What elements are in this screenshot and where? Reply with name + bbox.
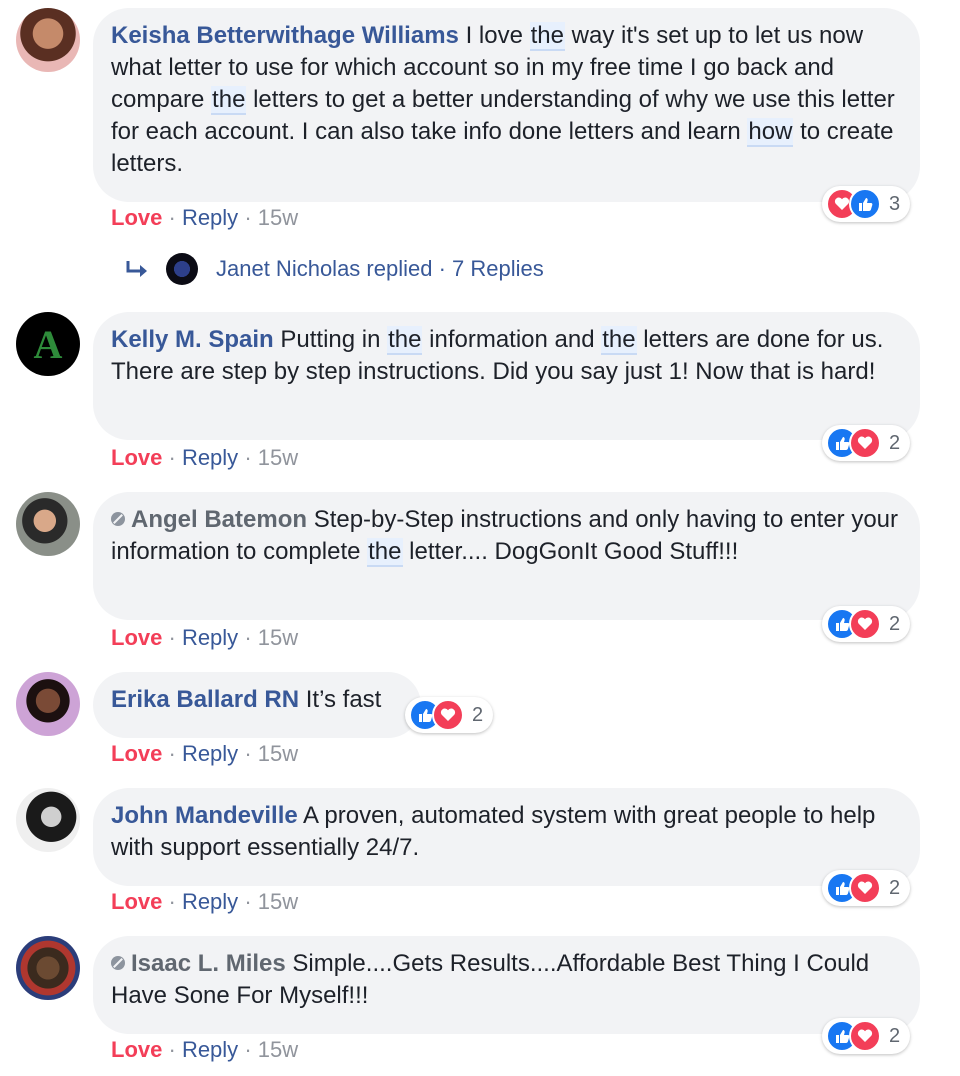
reaction-summary[interactable]: 2: [822, 1018, 911, 1054]
love-icon: [849, 1020, 881, 1052]
highlight-term[interactable]: the: [211, 86, 247, 115]
reaction-count: 2: [889, 612, 901, 635]
comment-actions: Love · Reply · 15w: [111, 205, 298, 231]
comment-bubble: Kelly M. Spain Putting in the informatio…: [93, 312, 920, 440]
comment-text: I love: [465, 22, 530, 49]
separator: ·: [168, 741, 176, 766]
highlight-term[interactable]: the: [601, 326, 637, 355]
reply-button[interactable]: Reply: [182, 741, 238, 766]
timestamp[interactable]: 15w: [258, 889, 298, 914]
separator: ·: [244, 445, 252, 470]
reply-button[interactable]: Reply: [182, 889, 238, 914]
reaction-count: 2: [889, 431, 901, 454]
timestamp[interactable]: 15w: [258, 205, 298, 230]
separator: ·: [168, 445, 176, 470]
comment-author[interactable]: Isaac L. Miles: [131, 950, 286, 977]
reply-arrow-icon: [126, 261, 147, 277]
comment-bubble: Angel Batemon Step-by-Step instructions …: [93, 492, 920, 620]
reaction-summary[interactable]: 3: [822, 186, 911, 222]
comment-bubble: John Mandeville A proven, automated syst…: [93, 788, 920, 886]
comment-author[interactable]: Kelly M. Spain: [111, 326, 274, 353]
highlight-term[interactable]: how: [747, 118, 794, 147]
separator: ·: [168, 889, 176, 914]
love-button[interactable]: Love: [111, 205, 162, 230]
reaction-count: 3: [889, 192, 901, 215]
love-button[interactable]: Love: [111, 889, 162, 914]
like-icon: [849, 188, 881, 220]
reaction-summary[interactable]: 2: [822, 606, 911, 642]
avatar-john[interactable]: [16, 788, 80, 852]
highlight-term[interactable]: the: [529, 22, 565, 51]
comment-actions: Love · Reply · 15w: [111, 889, 298, 915]
comment-author[interactable]: Angel Batemon: [131, 506, 307, 533]
avatar-keisha[interactable]: [16, 8, 80, 72]
love-icon: [849, 427, 881, 459]
comment-author[interactable]: Erika Ballard RN: [111, 686, 299, 713]
unavailable-icon: [111, 512, 125, 526]
separator: ·: [244, 205, 252, 230]
view-replies-link[interactable]: Janet Nicholas replied · 7 Replies: [124, 252, 544, 286]
reaction-summary[interactable]: 2: [405, 697, 494, 733]
reaction-count: 2: [889, 1024, 901, 1047]
reply-button[interactable]: Reply: [182, 625, 238, 650]
love-button[interactable]: Love: [111, 625, 162, 650]
avatar-erika[interactable]: [16, 672, 80, 736]
unavailable-icon: [111, 956, 125, 970]
reply-button[interactable]: Reply: [182, 205, 238, 230]
avatar-angel[interactable]: [16, 492, 80, 556]
comment-actions: Love · Reply · 15w: [111, 741, 298, 767]
love-icon: [432, 699, 464, 731]
comment-text: Putting in: [280, 326, 388, 353]
love-icon: [849, 872, 881, 904]
comment-author[interactable]: Keisha Betterwithage Williams: [111, 22, 459, 49]
love-button[interactable]: Love: [111, 741, 162, 766]
timestamp[interactable]: 15w: [258, 625, 298, 650]
avatar-kelly[interactable]: A: [16, 312, 80, 376]
separator: ·: [244, 741, 252, 766]
timestamp[interactable]: 15w: [258, 445, 298, 470]
comment-bubble: Isaac L. Miles Simple....Gets Results...…: [93, 936, 920, 1034]
love-icon: [849, 608, 881, 640]
comment-text: letter.... DogGonIt Good Stuff!!!: [402, 538, 739, 565]
comment-text: It’s fast: [305, 686, 382, 713]
separator: ·: [168, 1037, 176, 1062]
highlight-term[interactable]: the: [367, 538, 403, 567]
reaction-count: 2: [472, 703, 484, 726]
comment-actions: Love · Reply · 15w: [111, 625, 298, 651]
comment-bubble: Erika Ballard RN It’s fast: [93, 672, 421, 738]
reply-button[interactable]: Reply: [182, 445, 238, 470]
love-button[interactable]: Love: [111, 445, 162, 470]
replies-summary[interactable]: Janet Nicholas replied · 7 Replies: [216, 256, 544, 282]
avatar-janet: [166, 253, 198, 285]
avatar-isaac[interactable]: [16, 936, 80, 1000]
comment-actions: Love · Reply · 15w: [111, 445, 298, 471]
love-button[interactable]: Love: [111, 1037, 162, 1062]
comment-bubble: Keisha Betterwithage Williams I love the…: [93, 8, 920, 202]
reply-button[interactable]: Reply: [182, 1037, 238, 1062]
separator: ·: [168, 205, 176, 230]
timestamp[interactable]: 15w: [258, 1037, 298, 1062]
reaction-count: 2: [889, 876, 901, 899]
separator: ·: [244, 889, 252, 914]
comment-actions: Love · Reply · 15w: [111, 1037, 298, 1063]
separator: ·: [244, 625, 252, 650]
separator: ·: [244, 1037, 252, 1062]
separator: ·: [168, 625, 176, 650]
highlight-term[interactable]: the: [387, 326, 423, 355]
reaction-summary[interactable]: 2: [822, 425, 911, 461]
timestamp[interactable]: 15w: [258, 741, 298, 766]
reaction-summary[interactable]: 2: [822, 870, 911, 906]
comment-author[interactable]: John Mandeville: [111, 802, 298, 829]
comment-text: information and: [422, 326, 602, 353]
